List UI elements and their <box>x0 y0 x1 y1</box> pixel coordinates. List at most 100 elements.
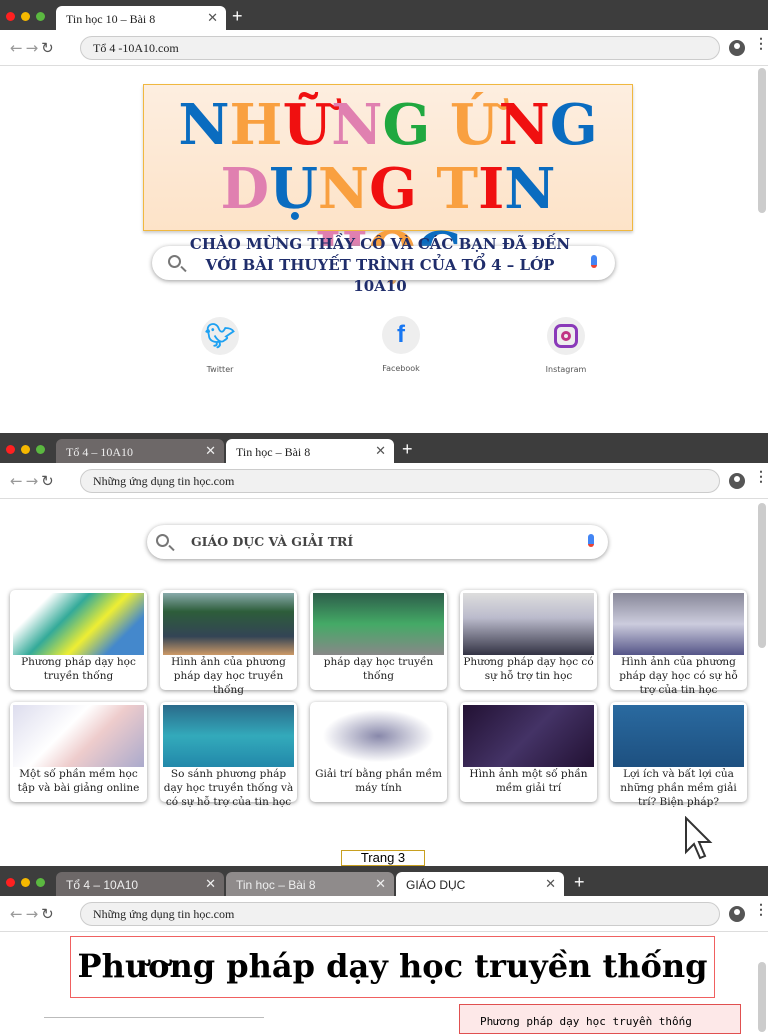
card-image <box>313 705 444 767</box>
reload-icon[interactable]: ↻ <box>41 905 57 923</box>
card-caption: Lợi ích và bất lợi của những phần mềm gi… <box>620 768 737 808</box>
title-letter: N <box>331 92 383 158</box>
profile-icon[interactable] <box>729 473 745 489</box>
profile-icon[interactable] <box>729 906 745 922</box>
close-tab-icon[interactable]: ✕ <box>375 876 386 892</box>
card[interactable]: Một số phần mềm học tập và bài giảng onl… <box>10 702 147 802</box>
card[interactable]: Phương pháp dạy học truyền thống <box>10 590 147 690</box>
tab-bar: Tin học 10 – Bài 8 ✕ + <box>0 0 768 30</box>
title-letter: Ứ <box>449 92 499 158</box>
back-icon[interactable]: ← <box>10 472 26 490</box>
facebook-link[interactable]: f Facebook <box>361 316 441 373</box>
url-input[interactable]: Những ứng dụng tin học.com <box>80 902 720 926</box>
minimize-window-button[interactable] <box>21 12 30 21</box>
scrollbar[interactable] <box>758 962 766 1032</box>
instagram-label: Instagram <box>545 365 587 374</box>
new-tab-button[interactable]: + <box>574 872 585 893</box>
close-tab-icon[interactable]: ✕ <box>205 876 216 892</box>
card-caption: Hình ảnh một số phần mềm giải trí <box>469 768 588 794</box>
tab-tin-hoc[interactable]: Tin học – Bài 8 ✕ <box>226 439 394 463</box>
title-word: TIN <box>436 156 555 222</box>
menu-icon[interactable]: ⋮ <box>754 902 768 918</box>
card-caption: Một số phần mềm học tập và bài giảng onl… <box>17 768 140 794</box>
tab-to4[interactable]: Tổ 4 – 10A10 ✕ <box>56 439 224 463</box>
reload-icon[interactable]: ↻ <box>41 472 57 490</box>
url-input[interactable]: Những ứng dụng tin học.com <box>80 469 720 493</box>
tab-tin-hoc-10[interactable]: Tin học 10 – Bài 8 ✕ <box>56 6 226 30</box>
twitter-icon: 🐦︎ <box>201 317 239 355</box>
forward-icon[interactable]: → <box>26 39 42 57</box>
tab-to4[interactable]: Tổ 4 – 10A10 ✕ <box>56 872 224 896</box>
mic-icon[interactable] <box>591 255 597 268</box>
close-tab-icon[interactable]: ✕ <box>375 443 386 459</box>
close-tab-icon[interactable]: ✕ <box>545 876 556 892</box>
title-letter: H <box>229 92 283 158</box>
menu-icon[interactable]: ⋮ <box>754 469 768 485</box>
maximize-window-button[interactable] <box>36 878 45 887</box>
tab-tin-hoc[interactable]: Tin học – Bài 8 ✕ <box>226 872 394 896</box>
twitter-link[interactable]: 🐦︎ Twitter <box>180 317 260 374</box>
minimize-window-button[interactable] <box>21 878 30 887</box>
close-window-button[interactable] <box>6 12 15 21</box>
close-window-button[interactable] <box>6 445 15 454</box>
description-box: Phương pháp dạy học truyền thống <box>459 1004 741 1034</box>
title-banner: NHỮNG ỨNGDỤNG TIN HỌC <box>143 84 633 285</box>
card-image <box>13 593 144 655</box>
back-icon[interactable]: ← <box>10 905 26 923</box>
back-icon[interactable]: ← <box>10 39 26 57</box>
card[interactable]: Phương pháp dạy học có sự hỗ trợ tin học <box>460 590 597 690</box>
forward-icon[interactable]: → <box>26 905 42 923</box>
new-tab-button[interactable]: + <box>232 6 243 27</box>
scrollbar[interactable] <box>758 68 766 213</box>
card-image <box>613 705 744 767</box>
tab-label: Tin học – Bài 8 <box>236 878 316 892</box>
maximize-window-button[interactable] <box>36 445 45 454</box>
facebook-icon: f <box>382 316 420 354</box>
card[interactable]: Hình ảnh một số phần mềm giải trí <box>460 702 597 802</box>
card[interactable]: Hình ảnh của phương pháp dạy học có sự h… <box>610 590 747 696</box>
profile-icon[interactable] <box>729 40 745 56</box>
title-letter: Ụ <box>269 156 318 222</box>
reload-icon[interactable]: ↻ <box>41 39 57 57</box>
card[interactable]: Lợi ích và bất lợi của những phần mềm gi… <box>610 702 747 808</box>
title-word: NHỮNG <box>178 92 430 158</box>
tab-giao-duc[interactable]: GIÁO DỤC ✕ <box>396 872 564 896</box>
image-frame <box>44 1017 264 1027</box>
close-tab-icon[interactable]: ✕ <box>205 443 216 459</box>
title-letter: D <box>220 156 270 222</box>
forward-icon[interactable]: → <box>26 472 42 490</box>
close-tab-icon[interactable]: ✕ <box>207 10 218 26</box>
address-bar-row: ←→↻ Những ứng dụng tin học.com ⋮ <box>0 463 768 499</box>
address-bar-row: ←→↻ Những ứng dụng tin học.com ⋮ <box>0 896 768 932</box>
close-window-button[interactable] <box>6 878 15 887</box>
card[interactable]: Hình ảnh của phương pháp dạy học truyền … <box>160 590 297 696</box>
card-image <box>463 593 594 655</box>
title-letter: G <box>549 92 598 158</box>
card[interactable]: pháp dạy học truyền thống <box>310 590 447 690</box>
card[interactable]: Giải trí bằng phần mềm máy tính <box>310 702 447 802</box>
new-tab-button[interactable]: + <box>402 439 413 460</box>
mic-icon[interactable] <box>588 534 594 547</box>
card-image <box>13 705 144 767</box>
tab-label: Tin học 10 – Bài 8 <box>66 12 156 26</box>
search-query: GIÁO DỤC VÀ GIẢI TRÍ <box>191 534 354 549</box>
title-letter: T <box>436 156 479 222</box>
card[interactable]: So sánh phương pháp dạy học truyền thống… <box>160 702 297 808</box>
menu-icon[interactable]: ⋮ <box>754 36 768 52</box>
card-caption: Phương pháp dạy học có sự hỗ trợ tin học <box>463 656 594 682</box>
browser-window-2: Tổ 4 – 10A10 ✕ Tin học – Bài 8 ✕ + ←→↻ Nhữ… <box>0 433 768 866</box>
search-box[interactable]: GIÁO DỤC VÀ GIẢI TRÍ <box>147 525 608 559</box>
section-heading: Phương pháp dạy học truyền thống <box>70 936 715 998</box>
scrollbar[interactable] <box>758 503 766 648</box>
title-letter: G <box>382 92 431 158</box>
maximize-window-button[interactable] <box>36 12 45 21</box>
url-input[interactable]: Tổ 4 -10A10.com <box>80 36 720 60</box>
title-word: DỤNG <box>221 156 417 222</box>
title-letter: N <box>504 156 556 222</box>
minimize-window-button[interactable] <box>21 445 30 454</box>
instagram-link[interactable]: Instagram <box>526 317 606 374</box>
title-letter: G <box>369 156 417 222</box>
card-image <box>313 593 444 655</box>
card-caption: Hình ảnh của phương pháp dạy học truyền … <box>171 656 286 696</box>
card-image <box>163 705 294 767</box>
